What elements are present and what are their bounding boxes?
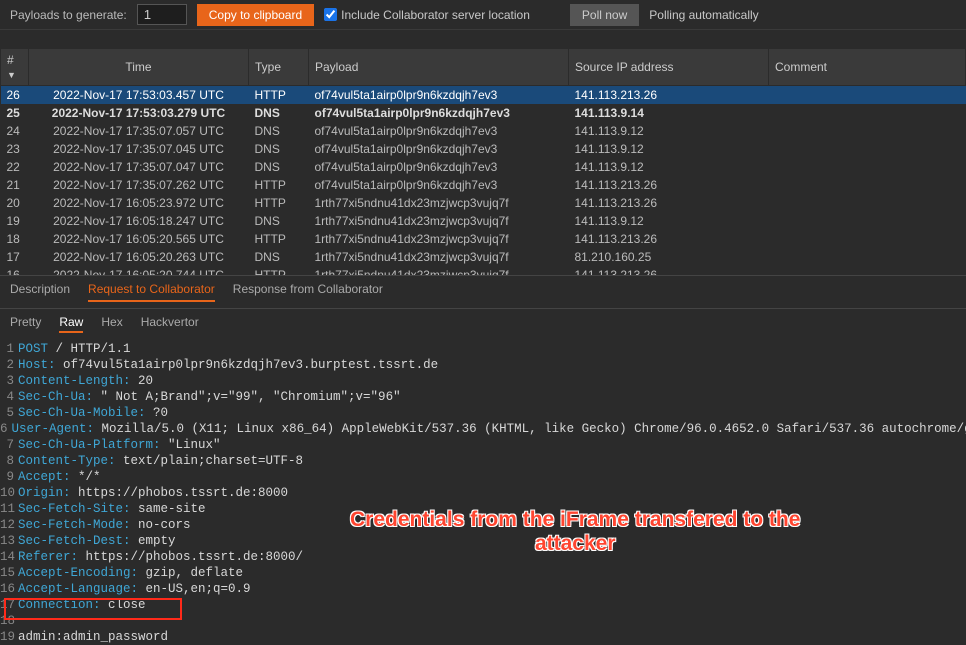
line-number: 12	[0, 517, 18, 533]
payloads-label: Payloads to generate:	[10, 8, 127, 22]
line-code: Sec-Fetch-Mode: no-cors	[18, 517, 191, 533]
line-code: Sec-Fetch-Site: same-site	[18, 501, 206, 517]
editor-line: 13Sec-Fetch-Dest: empty	[0, 533, 966, 549]
tab-request[interactable]: Request to Collaborator	[88, 282, 215, 302]
table-row[interactable]: 262022-Nov-17 17:53:03.457 UTCHTTPof74vu…	[1, 86, 966, 105]
line-code: Origin: https://phobos.tssrt.de:8000	[18, 485, 288, 501]
line-number: 1	[0, 341, 18, 357]
interactions-table: # ▼ Time Type Payload Source IP address …	[0, 48, 966, 276]
toolbar: Payloads to generate: Copy to clipboard …	[0, 0, 966, 30]
poll-button[interactable]: Poll now	[570, 4, 639, 26]
line-code: Content-Type: text/plain;charset=UTF-8	[18, 453, 303, 469]
table-row[interactable]: 192022-Nov-17 16:05:18.247 UTCDNS1rth77x…	[1, 212, 966, 230]
editor-line: 5Sec-Ch-Ua-Mobile: ?0	[0, 405, 966, 421]
line-code: Referer: https://phobos.tssrt.de:8000/	[18, 549, 303, 565]
editor-line: 12Sec-Fetch-Mode: no-cors	[0, 517, 966, 533]
table-row[interactable]: 212022-Nov-17 17:35:07.262 UTCHTTPof74vu…	[1, 176, 966, 194]
col-ip[interactable]: Source IP address	[569, 49, 769, 86]
line-number: 8	[0, 453, 18, 469]
editor-line: 19admin:admin_password	[0, 629, 966, 645]
line-code: Host: of74vul5ta1airp0lpr9n6kzdqjh7ev3.b…	[18, 357, 438, 373]
editor-line: 16Accept-Language: en-US,en;q=0.9	[0, 581, 966, 597]
table-row[interactable]: 242022-Nov-17 17:35:07.057 UTCDNSof74vul…	[1, 122, 966, 140]
editor-line: 15Accept-Encoding: gzip, deflate	[0, 565, 966, 581]
line-code: Accept-Language: en-US,en;q=0.9	[18, 581, 251, 597]
line-number: 3	[0, 373, 18, 389]
line-code: User-Agent: Mozilla/5.0 (X11; Linux x86_…	[12, 421, 966, 437]
tab-hex[interactable]: Hex	[101, 315, 122, 333]
editor-line: 18	[0, 613, 966, 629]
line-number: 9	[0, 469, 18, 485]
editor-line: 3Content-Length: 20	[0, 373, 966, 389]
line-number: 11	[0, 501, 18, 517]
table-row[interactable]: 182022-Nov-17 16:05:20.565 UTCHTTP1rth77…	[1, 230, 966, 248]
editor-line: 1POST / HTTP/1.1	[0, 341, 966, 357]
editor-line: 11Sec-Fetch-Site: same-site	[0, 501, 966, 517]
table-row[interactable]: 232022-Nov-17 17:35:07.045 UTCDNSof74vul…	[1, 140, 966, 158]
editor-line: 7Sec-Ch-Ua-Platform: "Linux"	[0, 437, 966, 453]
sort-arrow-icon: ▼	[7, 70, 16, 80]
line-code: POST / HTTP/1.1	[18, 341, 131, 357]
line-number: 14	[0, 549, 18, 565]
line-number: 10	[0, 485, 18, 501]
request-tabs: Description Request to Collaborator Resp…	[0, 276, 966, 309]
col-num[interactable]: # ▼	[1, 49, 29, 86]
include-checkbox-wrap[interactable]: Include Collaborator server location	[324, 8, 530, 22]
editor-line: 8Content-Type: text/plain;charset=UTF-8	[0, 453, 966, 469]
interactions-table-wrap: # ▼ Time Type Payload Source IP address …	[0, 48, 966, 276]
polling-status: Polling automatically	[649, 8, 758, 22]
tab-hackvertor[interactable]: Hackvertor	[141, 315, 199, 333]
editor-line: 4Sec-Ch-Ua: " Not A;Brand";v="99", "Chro…	[0, 389, 966, 405]
line-code: admin:admin_password	[18, 629, 168, 645]
tab-raw[interactable]: Raw	[59, 315, 83, 333]
line-number: 16	[0, 581, 18, 597]
editor-line: 10Origin: https://phobos.tssrt.de:8000	[0, 485, 966, 501]
table-row[interactable]: 222022-Nov-17 17:35:07.047 UTCDNSof74vul…	[1, 158, 966, 176]
line-number: 5	[0, 405, 18, 421]
line-number: 4	[0, 389, 18, 405]
editor-line: 6User-Agent: Mozilla/5.0 (X11; Linux x86…	[0, 421, 966, 437]
table-row[interactable]: 162022-Nov-17 16:05:20.744 UTCHTTP1rth77…	[1, 266, 966, 276]
col-payload[interactable]: Payload	[309, 49, 569, 86]
line-number: 19	[0, 629, 18, 645]
col-type[interactable]: Type	[249, 49, 309, 86]
include-checkbox[interactable]	[324, 8, 337, 21]
tab-response[interactable]: Response from Collaborator	[233, 282, 383, 302]
line-code: Accept: */*	[18, 469, 101, 485]
line-number: 18	[0, 613, 18, 629]
line-code: Content-Length: 20	[18, 373, 153, 389]
payloads-input[interactable]	[137, 4, 187, 25]
table-row[interactable]: 202022-Nov-17 16:05:23.972 UTCHTTP1rth77…	[1, 194, 966, 212]
include-label: Include Collaborator server location	[341, 8, 530, 22]
line-number: 17	[0, 597, 18, 613]
editor-line: 2Host: of74vul5ta1airp0lpr9n6kzdqjh7ev3.…	[0, 357, 966, 373]
tab-pretty[interactable]: Pretty	[10, 315, 41, 333]
line-code: Accept-Encoding: gzip, deflate	[18, 565, 243, 581]
line-code: Sec-Fetch-Dest: empty	[18, 533, 176, 549]
table-row[interactable]: 172022-Nov-17 16:05:20.263 UTCDNS1rth77x…	[1, 248, 966, 266]
line-number: 15	[0, 565, 18, 581]
editor-line: 14Referer: https://phobos.tssrt.de:8000/	[0, 549, 966, 565]
copy-button[interactable]: Copy to clipboard	[197, 4, 314, 26]
tab-description[interactable]: Description	[10, 282, 70, 302]
line-code: Sec-Ch-Ua-Mobile: ?0	[18, 405, 168, 421]
editor-line: 9Accept: */*	[0, 469, 966, 485]
line-number: 7	[0, 437, 18, 453]
col-time[interactable]: Time	[29, 49, 249, 86]
line-number: 2	[0, 357, 18, 373]
line-code: Connection: close	[18, 597, 146, 613]
line-number: 6	[0, 421, 12, 437]
view-tabs: Pretty Raw Hex Hackvertor	[0, 309, 966, 339]
col-comment[interactable]: Comment	[769, 49, 966, 86]
request-editor[interactable]: 1POST / HTTP/1.12Host: of74vul5ta1airp0l…	[0, 339, 966, 645]
editor-line: 17Connection: close	[0, 597, 966, 613]
line-number: 13	[0, 533, 18, 549]
table-row[interactable]: 252022-Nov-17 17:53:03.279 UTCDNSof74vul…	[1, 104, 966, 122]
line-code: Sec-Ch-Ua: " Not A;Brand";v="99", "Chrom…	[18, 389, 401, 405]
line-code: Sec-Ch-Ua-Platform: "Linux"	[18, 437, 221, 453]
